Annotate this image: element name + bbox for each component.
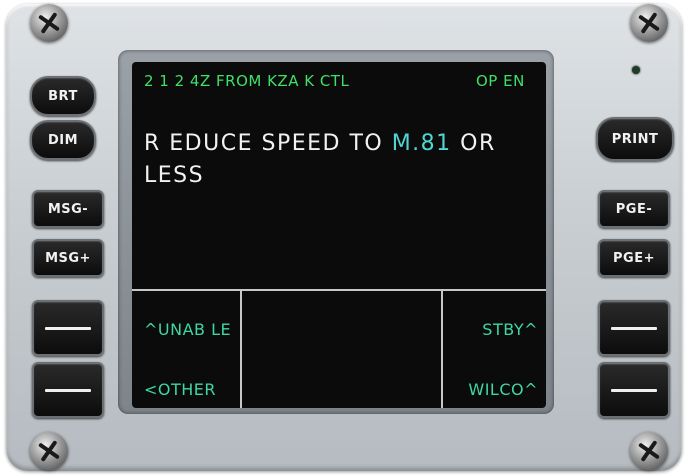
- line-select-key-right-2[interactable]: [598, 362, 670, 418]
- brightness-button[interactable]: BRT: [30, 76, 96, 116]
- screw-icon: [630, 4, 668, 42]
- line-select-key-left-2[interactable]: [32, 362, 104, 418]
- line-select-key-right-1[interactable]: [598, 300, 670, 356]
- speed-value: M.81: [391, 131, 452, 156]
- message-line-2: LESS: [144, 163, 205, 188]
- message-next-button[interactable]: MSG+: [32, 239, 104, 277]
- page-previous-button[interactable]: PGE-: [598, 190, 670, 228]
- status-open: OP EN: [476, 72, 525, 90]
- print-button[interactable]: PRINT: [596, 117, 674, 161]
- divider: [441, 291, 443, 408]
- option-other[interactable]: <OTHER: [144, 380, 216, 399]
- status-led-icon: [632, 66, 640, 74]
- page-next-button[interactable]: PGE+: [598, 239, 670, 277]
- screw-icon: [30, 432, 68, 470]
- message-text: OR: [451, 131, 496, 156]
- line-select-key-left-1[interactable]: [32, 300, 104, 356]
- message-previous-button[interactable]: MSG-: [32, 190, 104, 228]
- message-header: 2 1 2 4Z FROM KZA K CTL: [144, 72, 350, 90]
- line-key-icon: [611, 326, 657, 330]
- screw-icon: [630, 432, 668, 470]
- divider: [132, 289, 546, 291]
- line-key-icon: [45, 388, 91, 392]
- message-line-1: R EDUCE SPEED TO M.81 OR: [144, 128, 496, 160]
- divider: [240, 291, 242, 408]
- option-standby[interactable]: STBY^: [482, 320, 538, 339]
- dim-button[interactable]: DIM: [30, 120, 96, 160]
- screw-icon: [30, 4, 68, 42]
- line-key-icon: [45, 326, 91, 330]
- option-unable[interactable]: ^UNAB LE: [144, 320, 231, 339]
- message-text: R EDUCE SPEED TO: [144, 131, 392, 156]
- line-key-icon: [611, 388, 657, 392]
- option-wilco[interactable]: WILCO^: [468, 380, 538, 399]
- display-screen: 2 1 2 4Z FROM KZA K CTL OP EN R EDUCE SP…: [132, 62, 546, 408]
